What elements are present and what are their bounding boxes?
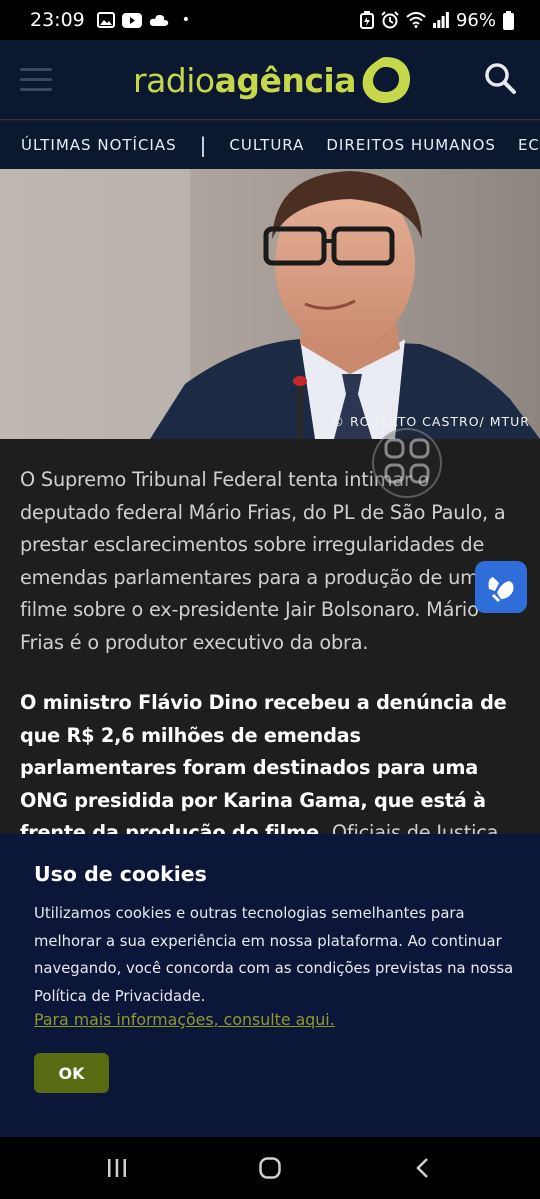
floating-apps-button[interactable] [372, 428, 442, 498]
back-button[interactable] [393, 1148, 453, 1188]
home-icon [259, 1157, 281, 1179]
battery-percent: 96% [455, 9, 496, 31]
battery-icon [503, 10, 514, 30]
cloud-icon [149, 14, 168, 26]
site-header: radio agência [0, 40, 540, 120]
recent-apps-button[interactable] [87, 1148, 147, 1188]
system-navigation-bar [0, 1137, 540, 1199]
cookie-accept-button[interactable]: OK [34, 1053, 109, 1093]
sign-language-hands-icon [488, 577, 514, 603]
home-button[interactable] [240, 1148, 300, 1188]
nav-item-direitos-humanos[interactable]: DIREITOS HUMANOS [315, 136, 507, 154]
cookie-banner-text: Utilizamos cookies e outras tecnologias … [34, 905, 514, 1005]
cookie-banner-title: Uso de cookies [34, 862, 207, 886]
logo-speech-bubble-icon [362, 57, 411, 103]
article-paragraph-1: O Supremo Tribunal Federal tenta intimar… [20, 468, 506, 654]
hamburger-icon [20, 68, 52, 71]
photo-mario-frias [0, 169, 540, 439]
recent-apps-icon [107, 1159, 126, 1177]
search-button[interactable] [484, 62, 518, 96]
logo-text-bold: agência [214, 60, 357, 100]
battery-saver-icon [359, 11, 374, 29]
alarm-icon [381, 11, 399, 29]
grid-icon [384, 438, 430, 484]
category-nav: ÚLTIMAS NOTÍCIAS | CULTURA DIREITOS HUMA… [0, 121, 540, 169]
signal-icon [432, 12, 449, 28]
wifi-icon [406, 12, 426, 28]
nav-item-cultura[interactable]: CULTURA [218, 136, 315, 154]
status-bar: 23:09 • 96% [0, 0, 540, 40]
privacy-policy-link[interactable]: Para mais informações, consulte aqui. [34, 1010, 335, 1029]
site-logo[interactable]: radio agência [133, 52, 412, 108]
article-hero-image: © ROBERTO CASTRO/ MTUR [0, 169, 540, 439]
image-icon [96, 12, 115, 28]
nav-separator: | [199, 133, 207, 157]
photo-credit: © ROBERTO CASTRO/ MTUR [331, 414, 530, 429]
search-icon [485, 63, 516, 94]
article-body: O Supremo Tribunal Federal tenta intimar… [20, 464, 520, 882]
menu-button[interactable] [20, 66, 54, 94]
nav-item-ultimas-noticias[interactable]: ÚLTIMAS NOTÍCIAS [0, 136, 188, 154]
youtube-icon [121, 12, 142, 28]
cookie-banner: Uso de cookies Utilizamos cookies e outr… [0, 834, 540, 1137]
notification-dot: • [181, 12, 191, 28]
nav-item-economia[interactable]: ECO [507, 136, 540, 154]
vlibras-accessibility-button[interactable] [475, 561, 527, 613]
logo-text-light: radio [133, 60, 215, 100]
status-time: 23:09 [30, 9, 85, 31]
back-icon [416, 1158, 429, 1178]
